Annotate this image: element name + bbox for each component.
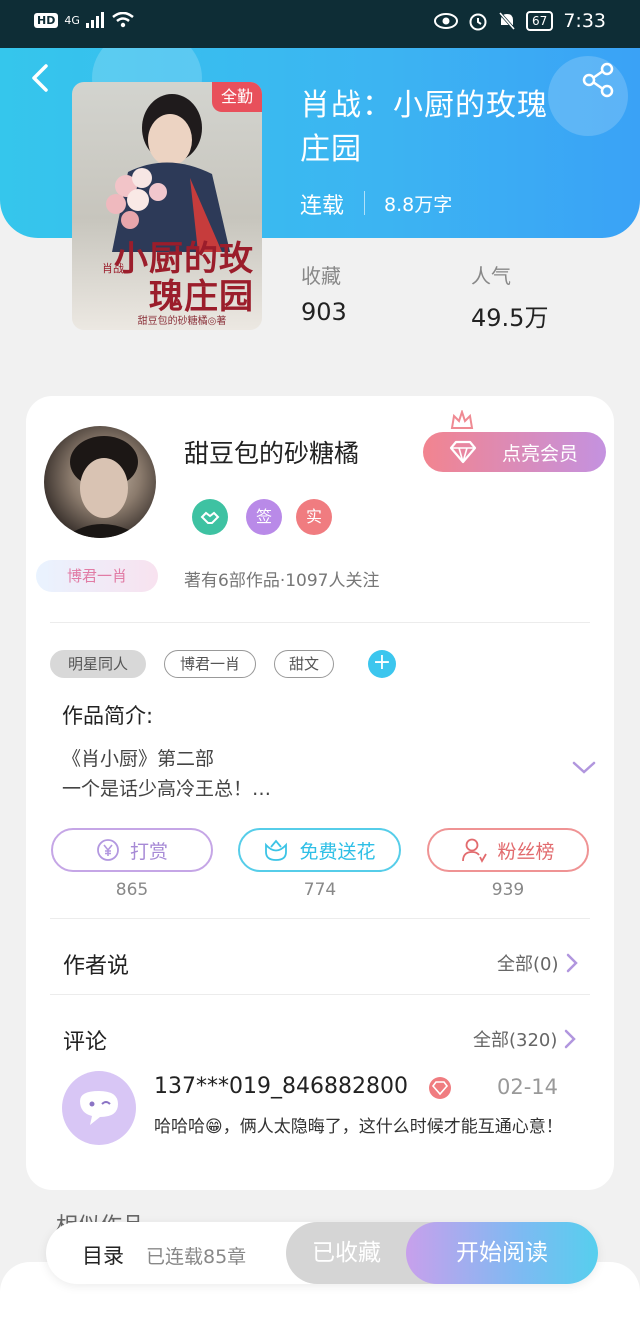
wifi-icon <box>112 12 134 28</box>
comment-date: 02-14 <box>497 1075 559 1099</box>
book-title: 肖战：小厨的玫瑰 庄园 <box>300 84 600 172</box>
signal-icon <box>85 12 104 28</box>
stat-label-favorites: 收藏 <box>301 264 341 288</box>
mute-icon <box>498 11 517 31</box>
stat-value-popularity: 49.5万 <box>471 304 549 332</box>
book-status: 连载 <box>300 194 345 219</box>
tag-item[interactable]: 博君一肖 <box>164 650 256 678</box>
fans-icon <box>462 838 488 863</box>
send-flower-button[interactable]: 免费送花 <box>238 828 401 872</box>
start-reading-button[interactable]: 开始阅读 <box>406 1222 598 1284</box>
chevron-right-icon <box>565 1029 577 1049</box>
cover-author: 甜豆包的砂糖橘◎著 <box>137 316 227 327</box>
comment-text: 哈哈哈😁，俩人太隐晦了，这什么时候才能互通心意！ <box>154 1117 563 1137</box>
fan-tag[interactable]: 博君一肖 <box>36 560 158 592</box>
cover-title: 小厨的玫瑰庄园 <box>114 239 254 317</box>
author-says-more-label: 全部(0) <box>497 954 559 975</box>
book-title-line: 庄园 <box>300 132 362 167</box>
network-type: 4G <box>64 13 80 27</box>
signed-badge: 签 <box>246 499 282 535</box>
back-arrow-icon[interactable] <box>22 58 62 98</box>
vip-diamond-icon <box>429 1077 451 1099</box>
author-name[interactable]: 甜豆包的砂糖橘 <box>184 434 359 470</box>
hd-badge: HD <box>34 12 59 28</box>
chapter-count[interactable]: 已连载85章 <box>146 1242 246 1269</box>
diamond-icon <box>449 440 477 464</box>
divider <box>50 622 590 623</box>
chevron-down-icon[interactable] <box>570 758 598 778</box>
author-stats: 著有6部作品·1097人关注 <box>184 571 380 591</box>
book-title-line: 肖战：小厨的玫瑰 <box>300 88 548 123</box>
book-cover[interactable]: 全勤 肖战 小厨的玫瑰庄园 甜豆包的砂糖橘◎著 <box>72 82 262 330</box>
status-right: 67 7:33 <box>434 10 606 32</box>
reward-count: 865 <box>115 880 149 900</box>
fans-ranking-label: 粉丝榜 <box>497 840 555 863</box>
reward-button[interactable]: 打赏 <box>51 828 213 872</box>
chevron-right-icon <box>566 953 578 973</box>
fans-count: 939 <box>491 880 525 900</box>
attendance-badge: 全勤 <box>212 82 262 112</box>
avatar-image <box>64 436 144 538</box>
comments-more-label: 全部(320) <box>473 1030 558 1051</box>
add-tag-button[interactable]: + <box>368 650 396 678</box>
comments-more-link[interactable]: 全部(320) <box>473 1026 577 1052</box>
word-count: 8.8万字 <box>384 194 453 216</box>
alarm-icon <box>469 13 487 31</box>
flower-count: 774 <box>303 880 337 900</box>
divider <box>364 191 365 215</box>
handshake-badge-icon <box>192 499 228 535</box>
tag-item[interactable]: 甜文 <box>274 650 334 678</box>
fans-ranking-button[interactable]: 粉丝榜 <box>427 828 589 872</box>
status-left: HD 4G <box>34 12 134 28</box>
author-avatar[interactable] <box>44 426 156 538</box>
author-says-title: 作者说 <box>63 954 130 979</box>
comment-username[interactable]: 137***019_846882800 <box>154 1074 408 1099</box>
divider <box>50 918 590 919</box>
status-bar: HD 4G 67 7:33 <box>0 0 640 48</box>
table-of-contents-button[interactable]: 目录 <box>82 1240 124 1270</box>
divider <box>50 994 590 995</box>
flower-icon <box>265 839 288 861</box>
comment-avatar[interactable] <box>62 1071 136 1145</box>
stat-label-popularity: 人气 <box>471 264 511 288</box>
send-flower-label: 免费送花 <box>299 840 376 863</box>
tag-category[interactable]: 明星同人 <box>50 650 146 678</box>
intro-text: 一个是话少高冷王总！… <box>62 778 272 800</box>
author-says-more-link[interactable]: 全部(0) <box>497 950 579 976</box>
intro-text: 《肖小厨》第二部 <box>62 748 215 770</box>
intro-title: 作品简介: <box>62 704 154 728</box>
yen-icon <box>97 839 119 861</box>
verified-badge: 实 <box>296 499 332 535</box>
eye-icon <box>434 13 459 29</box>
reward-label: 打赏 <box>129 840 168 863</box>
battery-indicator: 67 <box>526 11 554 31</box>
clock: 7:33 <box>563 10 606 32</box>
crown-icon <box>450 410 474 429</box>
comments-title: 评论 <box>63 1030 108 1055</box>
chat-bubble-icon <box>80 1091 118 1125</box>
stat-value-favorites: 903 <box>301 298 347 326</box>
